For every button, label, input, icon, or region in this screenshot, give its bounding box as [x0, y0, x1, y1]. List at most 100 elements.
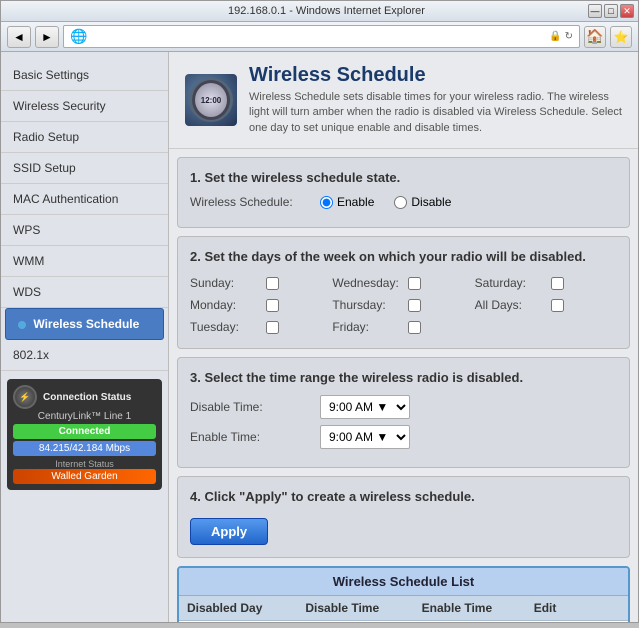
enable-time-row: Enable Time: 9:00 AM ▼	[190, 425, 617, 449]
alldays-label: All Days:	[475, 298, 545, 312]
speed-badge: 84.215/42.184 Mbps	[13, 441, 156, 456]
connection-status-title: Connection Status	[43, 392, 131, 403]
section-2-title: 2. Set the days of the week on which you…	[190, 249, 617, 264]
wireless-schedule-label: Wireless Schedule:	[190, 195, 320, 209]
sunday-label: Sunday:	[190, 276, 260, 290]
wireless-schedule-icon: 12:00	[185, 74, 237, 126]
sidebar-item-basic-settings[interactable]: Basic Settings	[1, 60, 168, 91]
schedule-table: Disabled Day Disable Time Enable Time Ed…	[179, 596, 628, 622]
friday-checkbox[interactable]	[408, 321, 421, 334]
sidebar-item-wireless-schedule[interactable]: Wireless Schedule	[5, 308, 164, 340]
thursday-label: Thursday:	[332, 298, 402, 312]
close-button[interactable]: ✕	[620, 4, 634, 18]
sidebar-item-wireless-security[interactable]: Wireless Security	[1, 91, 168, 122]
disable-time-select[interactable]: 9:00 AM ▼	[320, 395, 410, 419]
section-2: 2. Set the days of the week on which you…	[177, 236, 630, 349]
cell-enable-time-0: 1:00PM	[414, 621, 526, 622]
friday-label: Friday:	[332, 320, 402, 334]
page-icon: 🌐	[70, 28, 87, 45]
sidebar-item-wps[interactable]: WPS	[1, 215, 168, 246]
table-row: Friday 9:00AM 1:00PM Remove	[179, 621, 628, 622]
sidebar-item-8021x[interactable]: 802.1x	[1, 340, 168, 371]
forward-button[interactable]: ►	[35, 26, 59, 48]
enable-time-label: Enable Time:	[190, 430, 320, 444]
cell-edit-0: Remove	[526, 621, 628, 622]
disable-label: Disable	[411, 195, 451, 209]
speedometer-icon: ⚡	[13, 385, 37, 409]
refresh-icon[interactable]: ↻	[565, 31, 573, 42]
minimize-button[interactable]: —	[588, 4, 602, 18]
col-disable-time: Disable Time	[297, 596, 413, 621]
header-text: Wireless Schedule Wireless Schedule sets…	[249, 64, 622, 136]
saturday-checkbox[interactable]	[551, 277, 564, 290]
enable-time-select[interactable]: 9:00 AM ▼	[320, 425, 410, 449]
thursday-row: Thursday:	[332, 296, 474, 314]
schedule-list: Wireless Schedule List Disabled Day Disa…	[177, 566, 630, 622]
table-header-row: Disabled Day Disable Time Enable Time Ed…	[179, 596, 628, 621]
sidebar-item-radio-setup[interactable]: Radio Setup	[1, 122, 168, 153]
days-grid: Sunday: Wednesday: Saturday: Monday:	[190, 274, 617, 336]
alldays-row: All Days:	[475, 296, 617, 314]
sidebar: Basic Settings Wireless Security Radio S…	[1, 52, 169, 622]
nav-bar: ◄ ► 🌐 192.168.0.1 🔒 ↻ 🏠 ⭐	[1, 22, 638, 52]
section-1-title: 1. Set the wireless schedule state.	[190, 170, 617, 185]
title-bar: 192.168.0.1 - Windows Internet Explorer …	[1, 1, 638, 22]
wednesday-checkbox[interactable]	[408, 277, 421, 290]
address-input[interactable]: 192.168.0.1	[91, 30, 549, 44]
address-bar-icons: 🔒 ↻	[549, 31, 573, 42]
monday-label: Monday:	[190, 298, 260, 312]
window-controls: — □ ✕	[588, 4, 634, 18]
wednesday-row: Wednesday:	[332, 274, 474, 292]
thursday-checkbox[interactable]	[408, 299, 421, 312]
monday-checkbox[interactable]	[266, 299, 279, 312]
internet-status-label: Internet Status	[13, 459, 156, 469]
lock-icon: 🔒	[549, 31, 561, 42]
disable-time-row: Disable Time: 9:00 AM ▼	[190, 395, 617, 419]
enable-radio-option[interactable]: Enable	[320, 195, 374, 209]
content-area: 12:00 Wireless Schedule Wireless Schedul…	[169, 52, 638, 622]
section-4: 4. Click "Apply" to create a wireless sc…	[177, 476, 630, 558]
maximize-button[interactable]: □	[604, 4, 618, 18]
cell-day-0: Friday	[179, 621, 297, 622]
connected-badge: Connected	[13, 424, 156, 439]
saturday-label: Saturday:	[475, 276, 545, 290]
alldays-checkbox[interactable]	[551, 299, 564, 312]
tuesday-checkbox[interactable]	[266, 321, 279, 334]
empty-row	[475, 318, 617, 336]
connection-status-widget: ⚡ Connection Status CenturyLink™ Line 1 …	[7, 379, 162, 490]
sunday-checkbox[interactable]	[266, 277, 279, 290]
enable-label: Enable	[337, 195, 374, 209]
col-disabled-day: Disabled Day	[179, 596, 297, 621]
sidebar-item-wmm[interactable]: WMM	[1, 246, 168, 277]
disable-time-label: Disable Time:	[190, 400, 320, 414]
page-description: Wireless Schedule sets disable times for…	[249, 90, 622, 136]
schedule-list-title: Wireless Schedule List	[179, 568, 628, 596]
tuesday-label: Tuesday:	[190, 320, 260, 334]
address-bar: 🌐 192.168.0.1 🔒 ↻	[63, 25, 580, 48]
sidebar-item-wds[interactable]: WDS	[1, 277, 168, 308]
favorites-button[interactable]: ⭐	[610, 26, 632, 48]
monday-row: Monday:	[190, 296, 332, 314]
cell-disable-time-0: 9:00AM	[297, 621, 413, 622]
tuesday-row: Tuesday:	[190, 318, 332, 336]
section-3-title: 3. Select the time range the wireless ra…	[190, 370, 617, 385]
enable-radio[interactable]	[320, 196, 333, 209]
apply-button[interactable]: Apply	[190, 518, 268, 545]
browser-window: 192.168.0.1 - Windows Internet Explorer …	[0, 0, 639, 623]
disable-radio[interactable]	[394, 196, 407, 209]
schedule-radio-group: Enable Disable	[320, 195, 451, 209]
back-button[interactable]: ◄	[7, 26, 31, 48]
sidebar-item-ssid-setup[interactable]: SSID Setup	[1, 153, 168, 184]
disable-radio-option[interactable]: Disable	[394, 195, 451, 209]
sidebar-item-mac-authentication[interactable]: MAC Authentication	[1, 184, 168, 215]
home-button[interactable]: 🏠	[584, 26, 606, 48]
col-edit: Edit	[526, 596, 628, 621]
friday-row: Friday:	[332, 318, 474, 336]
main-container: Basic Settings Wireless Security Radio S…	[1, 52, 638, 622]
col-enable-time: Enable Time	[414, 596, 526, 621]
section-4-title: 4. Click "Apply" to create a wireless sc…	[190, 489, 617, 504]
saturday-row: Saturday:	[475, 274, 617, 292]
wednesday-label: Wednesday:	[332, 276, 402, 290]
schedule-state-row: Wireless Schedule: Enable Disable	[190, 195, 617, 209]
window-title: 192.168.0.1 - Windows Internet Explorer	[5, 5, 588, 17]
